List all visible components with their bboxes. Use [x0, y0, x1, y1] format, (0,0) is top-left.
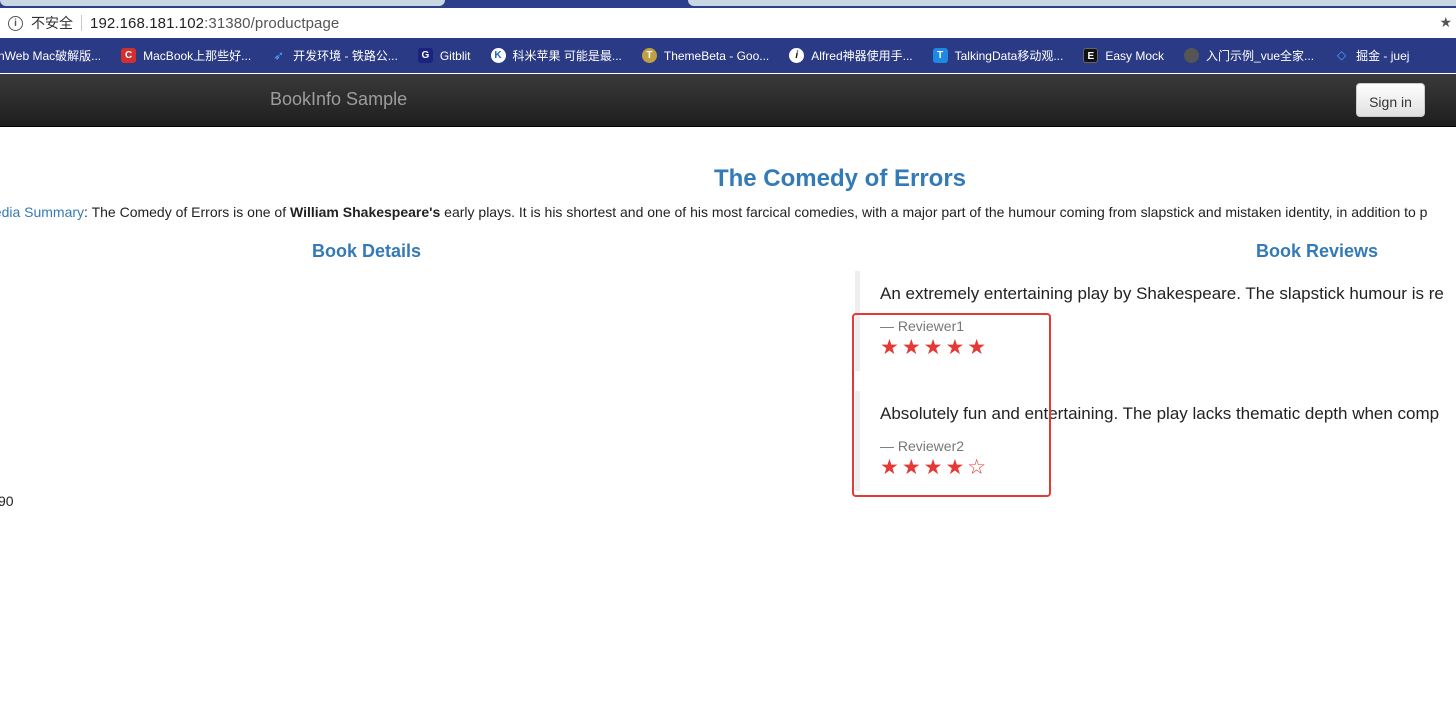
bookmark-label: nWeb Mac破解版... — [0, 49, 102, 63]
bookmark-item[interactable]: ➶ 开发环境 - 铁路公... — [271, 47, 398, 64]
bookmark-star-icon[interactable]: ★ — [1439, 14, 1452, 31]
bookmark-item[interactable]: T TalkingData移动观... — [932, 47, 1064, 64]
bookmark-item[interactable]: T ThemeBeta - Goo... — [641, 48, 770, 63]
annotation-highlight-box — [852, 313, 1051, 497]
bookmark-item[interactable]: i Alfred神器使用手... — [789, 47, 913, 64]
bookmark-item[interactable]: G Gitblit — [417, 48, 471, 63]
bookmark-item[interactable]: 入门示例_vue全家... — [1184, 47, 1314, 64]
url-path: :31380/productpage — [204, 14, 340, 32]
bookmark-item[interactable]: K 科米苹果 可能是最... — [490, 47, 622, 64]
easymock-icon: E — [1083, 48, 1099, 63]
details-fragment-text: 90 — [0, 493, 14, 509]
bookmark-label: 入门示例_vue全家... — [1206, 49, 1315, 63]
bookmark-label: Easy Mock — [1105, 48, 1165, 63]
url-host: 192.168.181.102 — [90, 14, 205, 32]
security-label[interactable]: 不安全 — [31, 13, 73, 33]
bookmark-label: 开发环境 - 铁路公... — [293, 49, 398, 63]
book-reviews-heading: Book Reviews — [1256, 241, 1379, 261]
info-icon: i — [789, 48, 805, 63]
bookmark-item[interactable]: E Easy Mock — [1083, 48, 1164, 63]
bookmark-label: 科米苹果 可能是最... — [512, 49, 622, 63]
summary-author: William Shakespeare's — [290, 204, 441, 220]
summary-text: early plays. It is his shortest and one … — [440, 204, 1428, 220]
t-logo-icon: T — [932, 48, 948, 63]
browser-tab[interactable] — [688, 0, 1456, 6]
bookmark-label: MacBook上那些好... — [143, 49, 252, 63]
bookmark-item[interactable]: ◇ 掘金 - juej — [1334, 47, 1409, 64]
bookmark-label: Alfred神器使用手... — [811, 49, 913, 63]
theme-icon: T — [641, 48, 657, 63]
summary-link[interactable]: pedia Summary — [0, 204, 84, 220]
bookmarks-bar: nWeb Mac破解版... C MacBook上那些好... ➶ 开发环境 -… — [0, 38, 1456, 73]
k-logo-icon: K — [490, 48, 506, 63]
url-text[interactable]: 192.168.181.102:31380/productpage — [90, 15, 339, 32]
c-logo-icon: C — [121, 48, 137, 63]
browser-tab[interactable] — [0, 0, 445, 6]
app-navbar: BookInfo Sample Sign in — [0, 74, 1456, 127]
page-title: The Comedy of Errors — [713, 165, 967, 192]
bookmark-item[interactable]: C MacBook上那些好... — [121, 47, 251, 64]
address-divider — [81, 15, 82, 31]
info-icon[interactable]: i — [8, 15, 23, 31]
juejin-icon: ◇ — [1336, 48, 1347, 62]
bookmark-label: TalkingData移动观... — [954, 49, 1064, 63]
sign-in-button[interactable]: Sign in — [1356, 83, 1425, 117]
book-details-heading: Book Details — [312, 241, 422, 261]
bookmark-label: Gitblit — [439, 48, 471, 63]
bookmark-item[interactable]: nWeb Mac破解版... — [0, 47, 101, 64]
review-text: An extremely entertaining play by Shakes… — [880, 284, 1444, 303]
wikipedia-summary: pedia Summary: The Comedy of Errors is o… — [0, 204, 1456, 220]
bookmark-label: ThemeBeta - Goo... — [663, 48, 770, 63]
arrow-logo-icon: ➶ — [273, 48, 285, 63]
browser-tab-strip — [0, 0, 1456, 8]
address-bar[interactable]: i 不安全 192.168.181.102:31380/productpage … — [0, 8, 1456, 39]
bookmark-label: 掘金 - juej — [1356, 49, 1410, 63]
navbar-brand[interactable]: BookInfo Sample — [270, 89, 407, 110]
summary-text: : The Comedy of Errors is one of — [84, 204, 290, 220]
gitblit-icon: G — [417, 48, 433, 63]
globe-icon — [1184, 48, 1200, 63]
